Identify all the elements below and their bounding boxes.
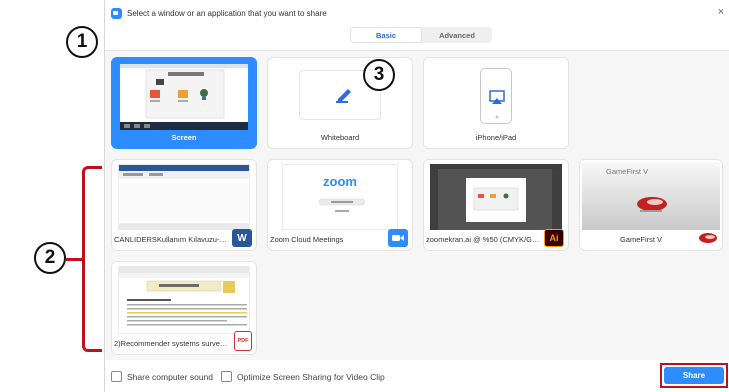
share-options-grid: Screen Whiteboard iPhone/iPad CANLIDERSK… — [105, 50, 729, 360]
zoom-thumbnail: zoom — [282, 164, 398, 230]
word-thumbnail — [118, 164, 250, 230]
card-screen-label: Screen — [171, 133, 197, 142]
word-preview-image — [119, 165, 249, 229]
optimize-video-label: Optimize Screen Sharing for Video Clip — [237, 371, 385, 382]
card-whiteboard-label: Whiteboard — [320, 133, 360, 142]
gamefirst-thumbnail: GameFirst V — [582, 162, 720, 230]
share-sound-label: Share computer sound — [127, 371, 213, 382]
illustrator-icon: Ai — [544, 229, 564, 247]
card-pdf-document[interactable]: 2)Recommender systems survey.p... PDF — [111, 261, 257, 355]
annotation-3: 3 — [363, 59, 395, 91]
card-zoom-cloud-meetings[interactable]: zoom Zoom Cloud Meetings — [267, 159, 413, 251]
pdf-preview-image — [119, 267, 249, 333]
annotation-bracket — [82, 166, 102, 352]
card-pdf-label: 2)Recommender systems survey.p... — [114, 339, 230, 348]
gamefirst-logo — [637, 197, 667, 212]
card-iphone-ipad[interactable]: iPhone/iPad — [423, 57, 569, 149]
share-sound-option[interactable]: Share computer sound — [111, 371, 213, 382]
card-illustrator[interactable]: zoomekran.ai @ %50 (CMYK/GPU... Ai — [423, 159, 569, 251]
title-bar: Select a window or an application that y… — [105, 0, 729, 26]
share-dialog: Select a window or an application that y… — [104, 0, 729, 392]
screen-preview-image — [120, 64, 248, 130]
optimize-video-option[interactable]: Optimize Screen Sharing for Video Clip — [221, 371, 385, 382]
gamefirst-icon — [698, 229, 718, 247]
tab-advanced[interactable]: Advanced — [422, 27, 492, 43]
pdf-thumbnail — [118, 266, 250, 334]
pdf-icon: PDF — [234, 331, 252, 351]
app-icon — [111, 7, 122, 19]
card-gamefirst[interactable]: GameFirst V GameFirst V — [579, 159, 723, 251]
illustrator-preview-image — [430, 164, 562, 230]
dialog-title: Select a window or an application that y… — [127, 8, 327, 18]
card-illustrator-label: zoomekran.ai @ %50 (CMYK/GPU... — [426, 235, 542, 244]
annotation-2: 2 — [34, 242, 66, 274]
zoom-logo: zoom — [323, 174, 357, 189]
card-word-label: CANLIDERSKullanım Kılavuzu-Ak... — [114, 235, 230, 244]
tab-basic[interactable]: Basic — [350, 27, 422, 43]
airplay-icon — [489, 90, 505, 119]
card-iphone-label: iPhone/iPad — [475, 133, 517, 142]
tab-bar: Basic Advanced — [350, 27, 492, 43]
zoom-camera-icon — [388, 229, 408, 247]
gamefirst-window-title: GameFirst V — [606, 167, 649, 176]
card-zoom-label: Zoom Cloud Meetings — [270, 235, 344, 244]
word-icon: W — [232, 229, 252, 247]
close-icon[interactable]: × — [718, 7, 724, 18]
share-sound-checkbox[interactable] — [111, 371, 122, 382]
annotation-1: 1 — [66, 26, 98, 58]
share-button-highlight: Share — [660, 363, 728, 388]
optimize-video-checkbox[interactable] — [221, 371, 232, 382]
card-word-document[interactable]: CANLIDERSKullanım Kılavuzu-Ak... W — [111, 159, 257, 251]
iphone-thumbnail — [480, 68, 512, 124]
stage: 1 2 Select a window or an application th… — [0, 0, 729, 392]
share-button[interactable]: Share — [664, 367, 724, 384]
screen-thumbnail — [120, 64, 248, 130]
card-gamefirst-label: GameFirst V — [619, 235, 663, 244]
illustrator-thumbnail — [430, 164, 562, 230]
card-screen[interactable]: Screen — [111, 57, 257, 149]
bottom-bar: Share computer sound Optimize Screen Sha… — [105, 361, 729, 392]
annotation-bracket-tick — [66, 258, 83, 261]
